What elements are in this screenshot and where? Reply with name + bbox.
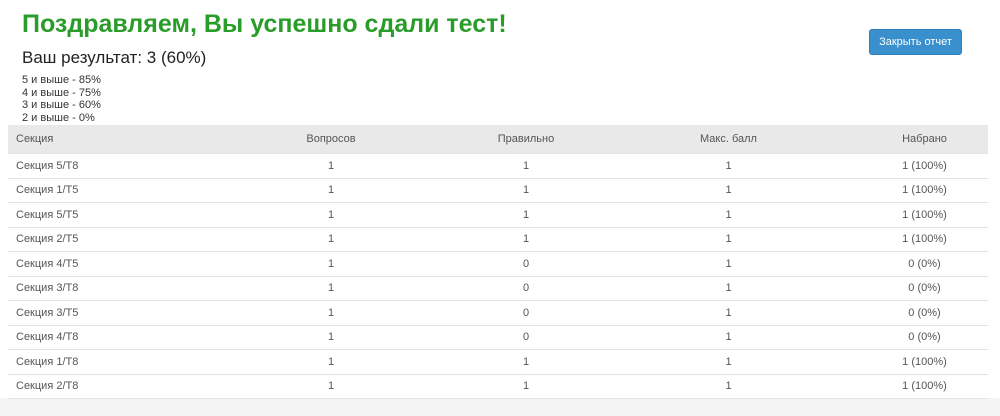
column-header-scored: Набрано xyxy=(861,125,988,154)
cell-questions: 1 xyxy=(206,226,456,252)
cell-questions: 1 xyxy=(206,275,456,301)
cell-scored: 0 (0%) xyxy=(861,275,988,301)
table-row: Секция 5/Т8 1 1 1 1 (100%) xyxy=(8,153,988,178)
cell-max-score: 1 xyxy=(596,373,861,399)
table-row: Секция 4/Т5 1 0 1 0 (0%) xyxy=(8,251,988,276)
cell-scored: 1 (100%) xyxy=(861,226,988,252)
cell-correct: 1 xyxy=(456,226,596,252)
column-header-max-score: Макс. балл xyxy=(596,125,861,154)
cell-section: Секция 5/Т5 xyxy=(8,202,206,227)
cell-correct: 1 xyxy=(456,202,596,227)
cell-questions: 1 xyxy=(206,177,456,203)
cell-scored: 1 (100%) xyxy=(861,373,988,399)
report-panel: Поздравляем, Вы успешно сдали тест! Ваш … xyxy=(0,0,1000,399)
cell-max-score: 1 xyxy=(596,300,861,325)
cell-correct: 1 xyxy=(456,373,596,399)
cell-section: Секция 3/Т5 xyxy=(8,300,206,325)
close-report-button[interactable]: Закрыть отчет xyxy=(869,29,962,55)
cell-questions: 1 xyxy=(206,324,456,350)
column-header-correct: Правильно xyxy=(456,125,596,154)
table-row: Секция 4/Т8 1 0 1 0 (0%) xyxy=(8,324,988,350)
cell-questions: 1 xyxy=(206,153,456,178)
table-row: Секция 2/Т8 1 1 1 1 (100%) xyxy=(8,373,988,399)
cell-scored: 1 (100%) xyxy=(861,349,988,374)
cell-section: Секция 1/Т8 xyxy=(8,349,206,374)
cell-section: Секция 5/Т8 xyxy=(8,153,206,178)
cell-section: Секция 1/Т5 xyxy=(8,177,206,203)
cell-section: Секция 3/Т8 xyxy=(8,275,206,301)
table-row: Секция 3/Т5 1 0 1 0 (0%) xyxy=(8,300,988,325)
table-row: Секция 3/Т8 1 0 1 0 (0%) xyxy=(8,275,988,301)
table-row: Секция 1/Т8 1 1 1 1 (100%) xyxy=(8,349,988,374)
grade-scale-item: 2 и выше - 0% xyxy=(22,111,95,124)
cell-questions: 1 xyxy=(206,251,456,276)
cell-correct: 0 xyxy=(456,324,596,350)
cell-section: Секция 2/Т8 xyxy=(8,373,206,399)
cell-scored: 0 (0%) xyxy=(861,300,988,325)
cell-max-score: 1 xyxy=(596,324,861,350)
page-title: Поздравляем, Вы успешно сдали тест! xyxy=(22,10,507,38)
cell-correct: 0 xyxy=(456,251,596,276)
cell-max-score: 1 xyxy=(596,153,861,178)
table-row: Секция 5/Т5 1 1 1 1 (100%) xyxy=(8,202,988,227)
result-summary: Ваш результат: 3 (60%) xyxy=(22,48,207,67)
cell-scored: 1 (100%) xyxy=(861,177,988,203)
cell-section: Секция 4/Т8 xyxy=(8,324,206,350)
table-header-row: Секция Вопросов Правильно Макс. балл Наб… xyxy=(8,125,988,154)
grade-scale-item: 4 и выше - 75% xyxy=(22,86,101,99)
cell-correct: 0 xyxy=(456,275,596,301)
cell-section: Секция 2/Т5 xyxy=(8,226,206,252)
cell-questions: 1 xyxy=(206,202,456,227)
cell-correct: 1 xyxy=(456,177,596,203)
grade-scale-item: 3 и выше - 60% xyxy=(22,99,101,111)
cell-correct: 0 xyxy=(456,300,596,325)
cell-questions: 1 xyxy=(206,349,456,374)
cell-correct: 1 xyxy=(456,349,596,374)
cell-scored: 0 (0%) xyxy=(861,324,988,350)
cell-correct: 1 xyxy=(456,153,596,178)
grade-scale: 5 и выше - 85% 4 и выше - 75% 3 и выше -… xyxy=(22,74,101,124)
grade-scale-item: 5 и выше - 85% xyxy=(22,74,101,86)
table-row: Секция 2/Т5 1 1 1 1 (100%) xyxy=(8,226,988,252)
results-table: Секция Вопросов Правильно Макс. балл Наб… xyxy=(8,125,988,399)
table-row: Секция 1/Т5 1 1 1 1 (100%) xyxy=(8,177,988,203)
cell-questions: 1 xyxy=(206,373,456,399)
column-header-questions: Вопросов xyxy=(206,125,456,154)
cell-questions: 1 xyxy=(206,300,456,325)
cell-max-score: 1 xyxy=(596,349,861,374)
cell-max-score: 1 xyxy=(596,226,861,252)
cell-scored: 0 (0%) xyxy=(861,251,988,276)
cell-max-score: 1 xyxy=(596,177,861,203)
cell-scored: 1 (100%) xyxy=(861,153,988,178)
cell-scored: 1 (100%) xyxy=(861,202,988,227)
cell-section: Секция 4/Т5 xyxy=(8,251,206,276)
cell-max-score: 1 xyxy=(596,202,861,227)
cell-max-score: 1 xyxy=(596,275,861,301)
column-header-section: Секция xyxy=(8,125,206,154)
cell-max-score: 1 xyxy=(596,251,861,276)
